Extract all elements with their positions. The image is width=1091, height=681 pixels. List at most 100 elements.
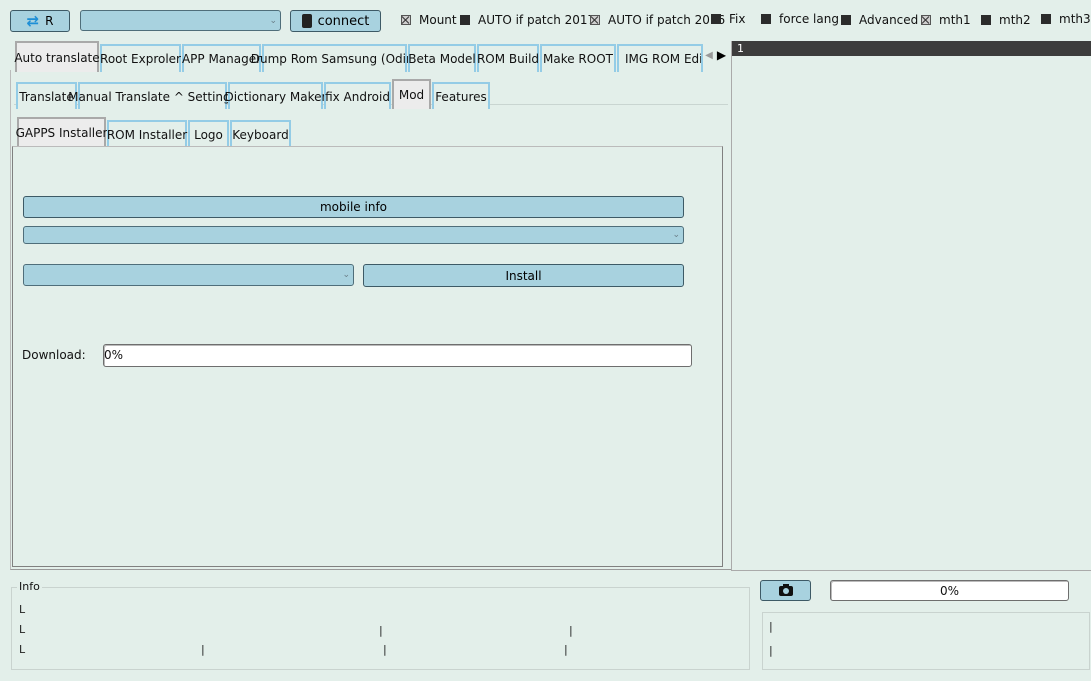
tab-root-exproler-label: Root Exproler — [100, 52, 181, 66]
mth1-label: mth1 — [939, 13, 971, 27]
option-auto-2017[interactable]: AUTO if patch 2017 — [460, 13, 595, 27]
mth3-label: mth3 — [1059, 12, 1091, 26]
tab-img-rom-editor[interactable]: IMG ROM Editor — [617, 44, 703, 72]
tab-app-manager-label: APP Manager — [181, 52, 262, 66]
tab-dump-rom-samsung-label: Dump Rom Samsung (Odin) — [250, 52, 419, 66]
option-mth3[interactable]: mth3 — [1041, 12, 1091, 26]
advanced-checkbox[interactable] — [841, 15, 851, 25]
tab-make-root[interactable]: Make ROOT — [540, 44, 616, 72]
download-progress-value: 0% — [104, 348, 124, 362]
info-row-2-separator: | — [569, 624, 573, 637]
tab-scroll-right-button[interactable]: ▶ — [715, 44, 728, 66]
tab-beta-model[interactable]: Beta Model — [408, 44, 476, 72]
auto-2016-checkbox[interactable] — [590, 15, 600, 25]
tab-rom-installer[interactable]: ROM Installer — [107, 120, 187, 147]
camera-icon — [778, 583, 793, 596]
screenshot-button[interactable] — [760, 580, 811, 601]
tab-dictionary-maker[interactable]: Dictionary Maker — [225, 82, 326, 109]
refresh-button[interactable]: ⇄ R — [10, 10, 70, 32]
info-row-3-separator: | — [201, 643, 205, 656]
option-advanced[interactable]: Advanced — [841, 13, 918, 27]
force-lang-label: force lang — [779, 12, 839, 26]
right-list-header: 1 — [732, 41, 1091, 56]
device-combo[interactable]: ⌄ — [80, 10, 281, 31]
tab-fix-android[interactable]: fix Android — [324, 82, 391, 109]
tab-manual-translate-label: Manual Translate ^ Settings — [68, 89, 237, 104]
tab-scroll-left-button[interactable]: ◀ — [703, 44, 715, 66]
mobile-info-button[interactable]: mobile info — [23, 196, 684, 218]
mobile-info-label: mobile info — [319, 200, 388, 214]
auto-2017-label: AUTO if patch 2017 — [478, 13, 596, 27]
right-list-panel — [731, 41, 1091, 571]
tab-keyboard[interactable]: Keyboard — [230, 120, 291, 147]
chevron-down-icon: ⌄ — [672, 230, 680, 240]
tab-rom-build[interactable]: ROM Build — [477, 44, 539, 72]
tab-rom-installer-label: ROM Installer — [106, 127, 188, 142]
tab-gapps-installer[interactable]: GAPPS Installer — [15, 117, 108, 147]
mth3-checkbox[interactable] — [1041, 14, 1051, 24]
install-label: Install — [505, 268, 542, 283]
tab-root-exproler[interactable]: Root Exproler — [100, 44, 181, 72]
refresh-icon: ⇄ — [26, 11, 40, 30]
auto-2016-label: AUTO if patch 2016 — [608, 13, 726, 27]
force-lang-checkbox[interactable] — [761, 14, 771, 24]
tab-logo-label: Logo — [194, 127, 223, 142]
install-button[interactable]: Install — [363, 264, 684, 287]
usb-device-icon — [301, 14, 312, 28]
tab-translate-label: Translate — [19, 89, 74, 104]
fix-label: Fix — [729, 12, 746, 26]
connect-button-label: connect — [317, 13, 370, 29]
tab-logo[interactable]: Logo — [188, 120, 229, 147]
mount-checkbox[interactable] — [401, 15, 411, 25]
info-row-3-separator: | — [383, 643, 387, 656]
mth1-checkbox[interactable] — [921, 15, 931, 25]
connect-button[interactable]: connect — [290, 10, 381, 32]
info-row-1-label: L — [19, 603, 26, 616]
status-row-2-separator: | — [769, 644, 773, 657]
chevron-down-icon: ⌄ — [342, 270, 350, 280]
status-group — [762, 612, 1090, 670]
option-mount[interactable]: Mount — [401, 13, 457, 27]
gapps-version-combo[interactable]: ⌄ — [23, 226, 684, 244]
gapps-package-combo[interactable]: ⌄ — [23, 264, 354, 286]
info-row-2-separator: | — [379, 624, 383, 637]
tab-app-manager[interactable]: APP Manager — [182, 44, 261, 72]
option-mth1[interactable]: mth1 — [921, 13, 971, 27]
tab-auto-translate-label: Auto translate — [14, 50, 100, 65]
tab-rom-build-label: ROM Build — [476, 52, 540, 66]
auto-2017-checkbox[interactable] — [460, 15, 470, 25]
tab-mod-label: Mod — [398, 88, 425, 102]
tab-dump-rom-samsung[interactable]: Dump Rom Samsung (Odin) — [251, 44, 418, 72]
overall-progress-bar: 0% — [830, 580, 1069, 601]
info-row-2-label: L — [19, 623, 26, 636]
mth2-checkbox[interactable] — [981, 15, 991, 25]
fix-checkbox[interactable] — [711, 14, 721, 24]
overall-progress-value: 0% — [939, 583, 960, 598]
tab-img-rom-editor-label: IMG ROM Editor — [625, 52, 703, 66]
option-force-lang[interactable]: force lang — [761, 12, 839, 26]
tab-features-label: Features — [435, 89, 487, 104]
mth2-label: mth2 — [999, 13, 1031, 27]
tab-fix-android-label: fix Android — [325, 89, 390, 104]
tab-features[interactable]: Features — [432, 82, 490, 109]
tab-auto-translate[interactable]: Auto translate — [14, 41, 100, 72]
tab-dictionary-maker-label: Dictionary Maker — [224, 89, 327, 104]
advanced-label: Advanced — [859, 13, 919, 27]
tab-manual-translate[interactable]: Manual Translate ^ Settings — [68, 82, 237, 109]
mount-label: Mount — [419, 13, 457, 27]
option-mth2[interactable]: mth2 — [981, 13, 1031, 27]
tab-gapps-installer-label: GAPPS Installer — [15, 126, 108, 140]
refresh-button-label: R — [45, 14, 54, 28]
tab-beta-model-label: Beta Model — [408, 52, 476, 66]
option-fix[interactable]: Fix — [711, 12, 745, 26]
option-auto-2016[interactable]: AUTO if patch 2016 — [590, 13, 725, 27]
status-row-1-separator: | — [769, 620, 773, 633]
tab-keyboard-label: Keyboard — [232, 127, 289, 142]
tab-make-root-label: Make ROOT — [543, 52, 613, 66]
info-title: Info — [17, 580, 42, 593]
chevron-down-icon: ⌄ — [269, 15, 277, 26]
right-list-header-text: 1 — [737, 42, 744, 55]
download-progress-field: 0% — [103, 344, 692, 367]
tab-mod[interactable]: Mod — [392, 79, 431, 109]
info-row-3-separator: | — [564, 643, 568, 656]
